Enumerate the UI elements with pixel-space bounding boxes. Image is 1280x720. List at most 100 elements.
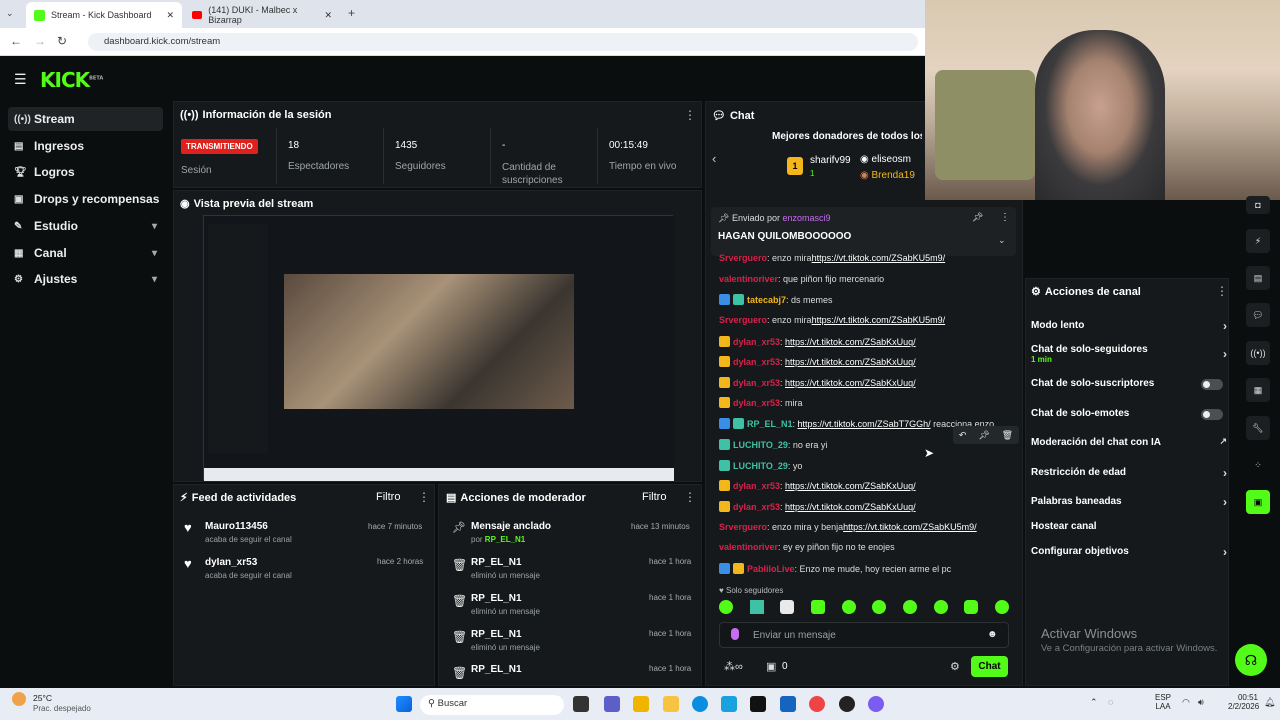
donor-name[interactable]: sharifv99 <box>810 155 851 166</box>
url-input[interactable]: dashboard.kick.com/stream <box>88 33 918 51</box>
obs-icon[interactable] <box>839 696 855 712</box>
feed-item-name[interactable]: dyIan_xr53 <box>205 557 257 568</box>
chevron-left-icon[interactable]: ‹ <box>712 151 716 166</box>
chat-link[interactable]: https://vt.tiktok.com/ZSabKxUuq/ <box>785 357 916 367</box>
chat-link[interactable]: https://vt.tiktok.com/ZSabKxUuq/ <box>785 502 916 512</box>
language-indicator[interactable]: ESP LAA <box>1155 693 1171 711</box>
clock[interactable]: 00:51 2/2/2026 <box>1228 693 1259 711</box>
emote-icon[interactable] <box>719 600 733 614</box>
emote-icon[interactable] <box>780 600 795 614</box>
broadcast-tool-icon[interactable]: ((•)) <box>1246 341 1270 365</box>
sidebar-item-ingresos[interactable]: ▤ Ingresos <box>8 134 163 158</box>
sidebar-item-canal[interactable]: ▦ Canal ▾ <box>8 241 163 265</box>
chat-username[interactable]: dyIan_xr53 <box>733 378 780 388</box>
photos-icon[interactable] <box>633 696 649 712</box>
send-chat-button[interactable]: Chat <box>971 656 1008 677</box>
chat-username[interactable]: LUCHITO_29 <box>733 461 788 471</box>
emote-icon[interactable] <box>810 600 825 614</box>
grid-tool-icon[interactable]: ▦ <box>1246 378 1270 402</box>
chat-message[interactable]: Srverguero: enzo mirahttps://vt.tiktok.c… <box>719 253 1019 263</box>
wrench-tool-icon[interactable]: 🔧︎ <box>1246 416 1270 440</box>
configure-goals-action[interactable]: Configurar objetivos › <box>1031 545 1227 559</box>
subscribers-only-action[interactable]: Chat de solo-suscriptores <box>1031 378 1227 390</box>
discord-icon[interactable] <box>868 696 884 712</box>
followers-only-action[interactable]: Chat de solo-seguidores 1 min › <box>1031 344 1227 364</box>
ai-moderation-action[interactable]: Moderación del chat con IA ↗ <box>1031 436 1227 448</box>
more-options-icon[interactable]: ⋮ <box>684 108 696 122</box>
sidebar-item-stream[interactable]: ((•)) Stream <box>8 107 163 131</box>
chat-message[interactable]: dyIan_xr53: https://vt.tiktok.com/ZSabKx… <box>719 336 1019 347</box>
support-headset-icon[interactable]: ☊ <box>1235 644 1267 676</box>
chat-username[interactable]: LUCHITO_29 <box>733 440 788 450</box>
task-view-icon[interactable] <box>573 696 589 712</box>
mod-item-name[interactable]: RP_EL_N1 <box>471 557 522 568</box>
menu-icon[interactable]: ☰ <box>14 71 27 88</box>
reload-icon[interactable]: ↻ <box>57 34 67 48</box>
delete-icon[interactable]: 🗑︎ <box>1002 430 1013 441</box>
sidebar-item-estudio[interactable]: ✎ Estudio ▾ <box>8 214 163 238</box>
emote-icon[interactable] <box>994 600 1009 614</box>
emotes-only-action[interactable]: Chat de solo-emotes <box>1031 408 1227 420</box>
back-icon[interactable]: ← <box>10 34 22 48</box>
emote-icon[interactable] <box>933 600 948 614</box>
chat-message[interactable]: Srverguero: enzo mirahttps://vt.tiktok.c… <box>719 315 1019 325</box>
microphone-icon[interactable] <box>731 628 739 640</box>
donor-name-2[interactable]: ◉ eliseosm <box>860 154 911 165</box>
chat-username[interactable]: valentinoriver <box>719 274 778 284</box>
reply-icon[interactable]: ↶ <box>959 430 967 441</box>
tiktok-icon[interactable] <box>750 696 766 712</box>
edge-icon[interactable] <box>692 696 708 712</box>
mod-filter-button[interactable]: Filtro <box>642 491 666 503</box>
mod-item-by[interactable]: RP_EL_N1 <box>485 535 525 544</box>
chat-username[interactable]: dyIan_xr53 <box>733 357 780 367</box>
donor-name-3[interactable]: ◉ Brenda19 <box>860 170 915 181</box>
emotes-only-toggle[interactable] <box>1201 409 1223 420</box>
chat-username[interactable]: tatecabj7 <box>747 295 786 305</box>
chat-message[interactable]: PabliloLive: Enzo me mude, hoy recien ar… <box>719 563 1019 574</box>
chat-username[interactable]: Srverguero <box>719 253 767 263</box>
teams-icon[interactable] <box>604 696 620 712</box>
chat-link[interactable]: https://vt.tiktok.com/ZSabKU5m9/ <box>812 315 946 325</box>
slow-mode-action[interactable]: Modo lento › <box>1031 319 1227 333</box>
weather-icon[interactable] <box>12 692 26 706</box>
pin-message-icon[interactable]: 📌︎ <box>978 430 989 441</box>
chat-message[interactable]: valentinoriver: que piñon fijo mercenari… <box>719 274 1019 284</box>
mod-item-name[interactable]: RP_EL_N1 <box>471 664 522 675</box>
weather-temp[interactable]: 25°C <box>33 693 52 703</box>
close-tab-icon[interactable]: ✕ <box>166 10 174 21</box>
chat-username[interactable]: dyIan_xr53 <box>733 337 780 347</box>
camera-tool-icon[interactable]: ◘ <box>1246 196 1270 214</box>
more-options-icon[interactable]: ⋮ <box>1216 284 1228 298</box>
lightning-tool-icon[interactable]: ⚡︎ <box>1246 229 1270 253</box>
chat-tool-icon[interactable]: 💬︎ <box>1246 303 1270 327</box>
more-options-icon[interactable]: ⋮ <box>684 490 696 504</box>
chat-link[interactable]: https://vt.tiktok.com/ZSabKxUuq/ <box>785 481 916 491</box>
taskbar-search[interactable]: ⚲ Buscar <box>420 695 564 715</box>
more-options-icon[interactable]: ⋮ <box>418 490 430 504</box>
chat-message[interactable]: dyIan_xr53: https://vt.tiktok.com/ZSabKx… <box>719 377 1019 388</box>
chat-message[interactable]: dyIan_xr53: https://vt.tiktok.com/ZSabKx… <box>719 356 1019 367</box>
sidebar-item-drops[interactable]: ▣ Drops y recompensas <box>8 187 163 211</box>
chat-link[interactable]: https://vt.tiktok.com/ZSabT7GGh/ <box>798 419 931 429</box>
chat-link[interactable]: https://vt.tiktok.com/ZSabKxUuq/ <box>785 378 916 388</box>
chat-username[interactable]: dyIan_xr53 <box>733 502 780 512</box>
emote-icon[interactable] <box>902 600 917 614</box>
mod-item-name[interactable]: RP_EL_N1 <box>471 629 522 640</box>
host-channel-action[interactable]: Hostear canal <box>1031 521 1227 532</box>
subscribers-only-toggle[interactable] <box>1201 379 1223 390</box>
stream-preview-video[interactable] <box>203 215 674 481</box>
emote-icon[interactable] <box>872 600 887 614</box>
infinity-icon[interactable]: ⁂∞ <box>724 660 743 673</box>
feed-item-name[interactable]: Mauro113456 <box>205 521 268 532</box>
network-icon[interactable]: ◌ <box>1108 697 1113 707</box>
chevron-down-icon[interactable]: ⌄ <box>998 235 1006 246</box>
chat-username[interactable]: dyIan_xr53 <box>733 481 780 491</box>
unpin-icon[interactable]: 📌︎ <box>972 212 983 223</box>
chat-message[interactable]: dyIan_xr53: https://vt.tiktok.com/ZSabKx… <box>719 501 1019 512</box>
chat-message[interactable]: dyIan_xr53: mira <box>719 397 1019 408</box>
chat-message[interactable]: dyIan_xr53: https://vt.tiktok.com/ZSabKx… <box>719 480 1019 491</box>
emote-icon[interactable] <box>964 600 979 614</box>
chat-message[interactable]: valentinoriver: ey ey piñon fijo no te e… <box>719 542 1019 552</box>
sidebar-item-logros[interactable]: 🏆︎ Logros <box>8 160 163 184</box>
chat-username[interactable]: Srverguero <box>719 315 767 325</box>
